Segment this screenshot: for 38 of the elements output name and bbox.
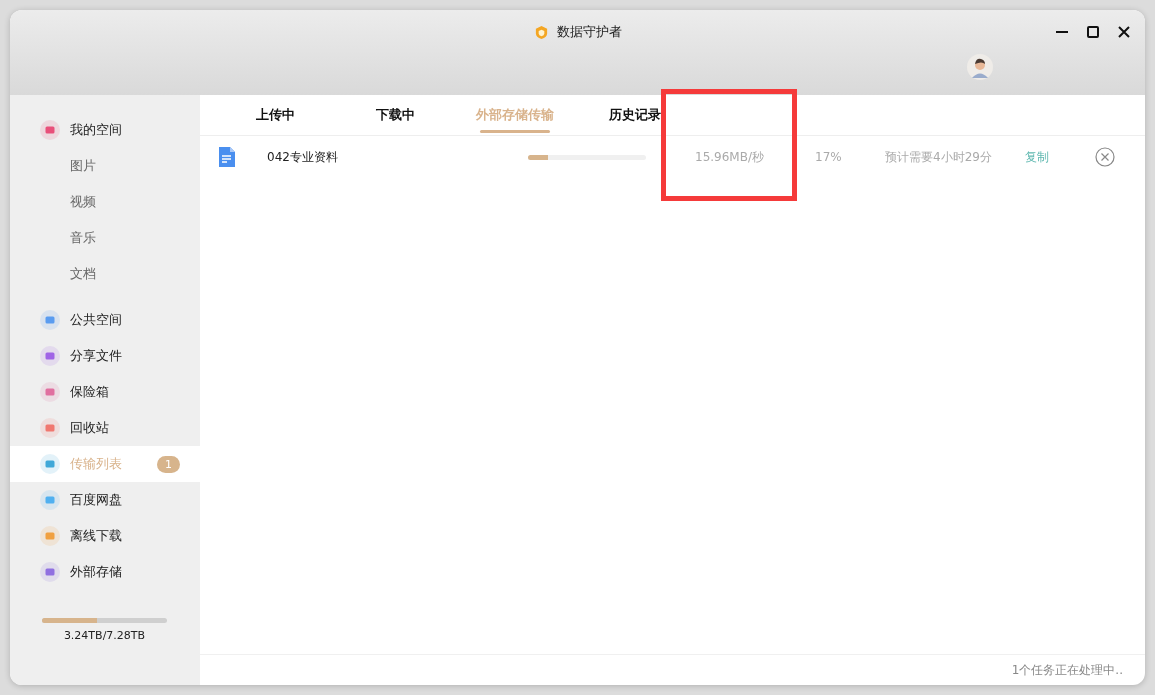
sidebar-item[interactable]: 外部存储	[10, 554, 200, 590]
document-icon	[217, 145, 237, 169]
category-icon	[40, 418, 60, 438]
sidebar-item[interactable]: 离线下载	[10, 518, 200, 554]
category-icon	[40, 490, 60, 510]
category-icon	[40, 382, 60, 402]
status-text: 1个任务正在处理中..	[1011, 661, 1123, 679]
close-icon[interactable]	[1117, 25, 1131, 39]
shield-icon	[533, 24, 549, 40]
sidebar-item[interactable]: 分享文件	[10, 338, 200, 374]
sidebar-item[interactable]: 图片	[10, 148, 200, 184]
cancel-icon[interactable]	[1095, 147, 1115, 167]
category-icon	[40, 310, 60, 330]
tab[interactable]: 下载中	[335, 95, 455, 135]
tab[interactable]: 上传中	[215, 95, 335, 135]
category-icon	[40, 526, 60, 546]
category-icon	[40, 562, 60, 582]
transfer-speed: 15.96MB/秒	[695, 148, 765, 166]
avatar[interactable]	[967, 54, 993, 80]
tab[interactable]: 历史记录	[575, 95, 695, 135]
sidebar-item[interactable]: 视频	[10, 184, 200, 220]
sidebar-item[interactable]: 公共空间	[10, 302, 200, 338]
progress-percent: 17%	[815, 150, 843, 164]
count-badge: 1	[157, 455, 180, 473]
category-icon	[40, 120, 60, 140]
storage-text: 3.24TB/7.28TB	[63, 629, 146, 642]
sidebar-item[interactable]: 回收站	[10, 410, 200, 446]
maximize-icon[interactable]	[1086, 25, 1100, 39]
sidebar-item[interactable]: 保险箱	[10, 374, 200, 410]
category-icon	[40, 346, 60, 366]
time-remaining: 预计需要4小时29分	[885, 148, 993, 166]
category-icon	[40, 454, 60, 474]
sidebar-item[interactable]: 百度网盘	[10, 482, 200, 518]
sidebar-item[interactable]: 音乐	[10, 220, 200, 256]
window-title: 数据守护者	[556, 23, 622, 41]
sidebar-item[interactable]: 我的空间	[10, 112, 200, 148]
sidebar-item[interactable]: 文档	[10, 256, 200, 292]
file-name: 042专业资料	[267, 148, 339, 166]
